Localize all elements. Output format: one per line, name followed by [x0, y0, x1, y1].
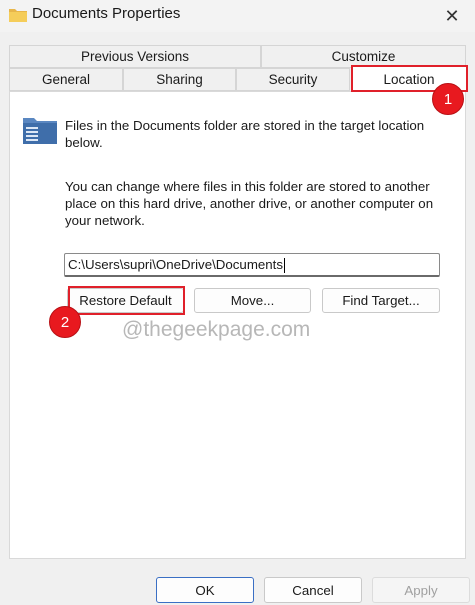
cancel-button[interactable]: Cancel	[264, 577, 362, 603]
folder-icon	[9, 9, 27, 22]
step-badge-2: 2	[49, 306, 81, 338]
tab-label: Security	[268, 72, 318, 87]
tab-sharing[interactable]: Sharing	[123, 68, 236, 91]
close-button[interactable]: ✕	[429, 0, 475, 32]
tab-label: Previous Versions	[80, 49, 190, 64]
find-target-button[interactable]: Find Target...	[322, 288, 440, 313]
target-path-value: C:\Users\supri\OneDrive\Documents	[68, 257, 284, 272]
folder-icon	[23, 118, 57, 144]
restore-default-button[interactable]: Restore Default	[67, 288, 184, 313]
tab-label: Location	[383, 71, 435, 87]
target-path-input[interactable]: C:\Users\supri\OneDrive\Documents	[64, 253, 440, 277]
apply-button[interactable]: Apply	[372, 577, 470, 603]
tab-label: General	[41, 72, 91, 87]
window-title: Documents Properties	[32, 5, 181, 22]
tab-security[interactable]: Security	[236, 68, 350, 91]
tab-label: Sharing	[156, 72, 203, 87]
title-bar: Documents Properties ✕	[0, 0, 475, 32]
tab-general[interactable]: General	[9, 68, 123, 91]
text-cursor	[284, 257, 286, 273]
move-button[interactable]: Move...	[194, 288, 311, 313]
tab-previous-versions[interactable]: Previous Versions	[9, 45, 261, 68]
step-badge-1: 1	[432, 83, 464, 115]
description-text: You can change where files in this folde…	[65, 179, 434, 228]
tab-label: Customize	[331, 49, 396, 64]
ok-button[interactable]: OK	[156, 577, 254, 603]
watermark: @thegeekpage.com	[122, 318, 311, 341]
close-icon: ✕	[444, 5, 460, 26]
info-text: Files in the Documents folder are stored…	[65, 118, 425, 150]
